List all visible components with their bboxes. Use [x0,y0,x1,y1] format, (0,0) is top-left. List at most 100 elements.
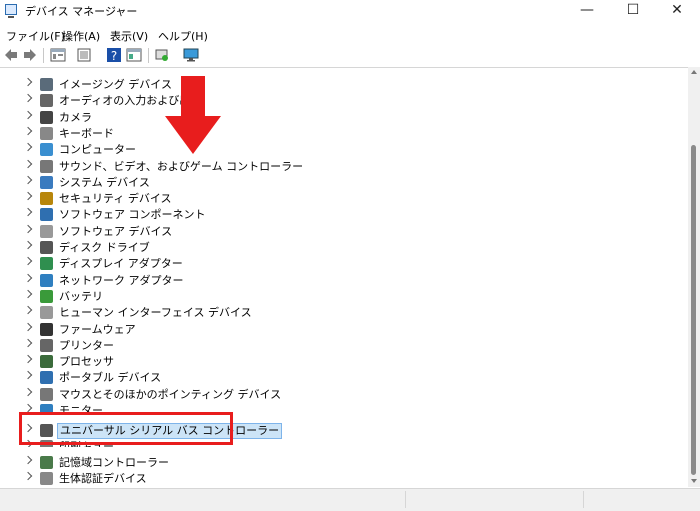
device-category-label: ディスク ドライブ [59,241,150,254]
storage-icon [40,456,53,469]
device-category-row[interactable]: システム デバイス [0,175,680,191]
toolbar: ? [0,44,700,66]
expand-chevron-icon[interactable] [23,110,33,119]
menu-help[interactable]: ヘルプ(H) [158,28,208,44]
expand-chevron-icon[interactable] [23,159,33,168]
scroll-up-arrow-icon[interactable] [691,70,697,74]
expand-chevron-icon[interactable] [23,273,33,282]
device-category-row[interactable]: セキュリティ デバイス [0,191,680,207]
device-category-row[interactable]: ソフトウェア デバイス [0,224,680,240]
device-category-row[interactable]: ディスク ドライブ [0,240,680,256]
device-category-row[interactable]: 記憶域コントローラー [0,455,680,471]
menu-file[interactable]: ファイル(F) [6,28,65,44]
printer-icon [40,338,53,352]
device-category-row[interactable]: ディスプレイ アダプター [0,256,680,272]
toolbar-separator [148,48,149,63]
expand-chevron-icon[interactable] [23,126,33,136]
expand-chevron-icon[interactable] [23,455,33,465]
device-category-row[interactable]: オーディオの入力および出力 [0,93,680,109]
expand-chevron-icon[interactable] [23,354,33,364]
device-category-row[interactable]: 生体認証デバイス [0,471,680,487]
expand-chevron-icon[interactable] [23,224,33,233]
device-category-label: コンピューター [59,143,136,157]
back-icon[interactable] [3,47,19,63]
software-device-icon [40,224,53,238]
device-category-label: ファームウェア [59,322,136,336]
display-adapter-icon [40,257,53,271]
maximize-button[interactable]: ☐ [610,0,656,22]
vertical-scrollbar[interactable] [688,67,700,487]
scroll-thumb[interactable] [691,145,696,475]
device-category-label: 生体認証デバイス [59,472,147,485]
expand-chevron-icon[interactable] [23,175,33,185]
expand-chevron-icon[interactable] [23,289,33,299]
sound-icon [40,159,53,173]
expand-chevron-icon[interactable] [23,322,33,331]
device-category-label: ソフトウェア コンポーネント [59,208,206,222]
device-category-label: セキュリティ デバイス [59,192,172,206]
device-category-label: カメラ [59,110,92,124]
disk-icon [40,241,53,254]
driver-icon[interactable] [76,47,92,63]
expand-chevron-icon[interactable] [23,142,33,152]
device-manager-icon [5,4,17,18]
status-bar [0,488,700,511]
biometric-icon [40,472,53,485]
minimize-button[interactable]: — [564,0,610,22]
device-category-row[interactable]: モニター [0,403,680,412]
expand-chevron-icon[interactable] [23,94,33,103]
device-category-row[interactable]: マウスとそのほかのポインティング デバイス [0,387,680,403]
camera-icon [40,78,53,91]
device-category-label: ディスプレイ アダプター [59,257,183,271]
expand-chevron-icon[interactable] [23,387,33,396]
firmware-icon [40,322,53,336]
device-category-row[interactable]: サウンド、ビデオ、およびゲーム コントローラー [0,159,680,175]
help-icon[interactable]: ? [106,47,122,63]
keyboard-icon [40,126,53,140]
device-category-label: プリンター [59,338,114,352]
expand-chevron-icon[interactable] [23,471,33,481]
menu-action[interactable]: 操作(A) [62,28,100,44]
expand-chevron-icon[interactable] [23,191,33,201]
portable-icon [40,371,53,385]
forward-icon[interactable] [22,47,38,63]
device-category-row[interactable]: ファームウェア [0,322,680,338]
title-bar: デバイス マネージャー — ☐ ✕ [0,0,700,22]
device-category-row[interactable]: ポータブル デバイス [0,370,680,386]
monitor-icon[interactable] [183,47,199,63]
device-category-label: イメージング デバイス [59,78,172,91]
device-category-label: キーボード [59,126,114,140]
expand-chevron-icon[interactable] [23,257,33,266]
scan-hardware-icon[interactable] [154,47,170,63]
device-category-row[interactable]: ネットワーク アダプター [0,273,680,289]
status-section [583,491,584,508]
expand-chevron-icon[interactable] [23,305,33,315]
expand-chevron-icon[interactable] [23,240,33,250]
device-category-row[interactable]: コンピューター [0,142,680,158]
expand-chevron-icon[interactable] [23,77,33,87]
mouse-icon [40,387,53,401]
scroll-down-arrow-icon[interactable] [691,479,697,483]
menu-view[interactable]: 表示(V) [110,28,148,44]
device-category-row[interactable]: ソフトウェア コンポーネント [0,207,680,223]
expand-chevron-icon[interactable] [23,371,33,380]
svg-text:?: ? [111,49,117,63]
device-category-row[interactable]: イメージング デバイス [0,77,680,93]
expand-chevron-icon[interactable] [23,208,33,217]
expand-chevron-icon[interactable] [23,403,33,412]
properties-icon[interactable] [50,47,66,63]
device-category-label: システム デバイス [59,175,150,189]
device-category-row[interactable]: キーボード [0,126,680,142]
expand-chevron-icon[interactable] [23,338,33,348]
close-button[interactable]: ✕ [654,0,700,22]
device-category-row[interactable]: ヒューマン インターフェイス デバイス [0,305,680,321]
device-category-row[interactable]: バッテリ [0,289,680,305]
network-icon [40,273,53,287]
speaker-icon [40,94,53,108]
device-category-row[interactable]: プロセッサ [0,354,680,370]
device-category-label: モニター [59,404,103,412]
device-category-row[interactable]: カメラ [0,110,680,126]
device-category-row[interactable]: プリンター [0,338,680,354]
security-icon [40,192,53,206]
view-icon[interactable] [126,47,142,63]
